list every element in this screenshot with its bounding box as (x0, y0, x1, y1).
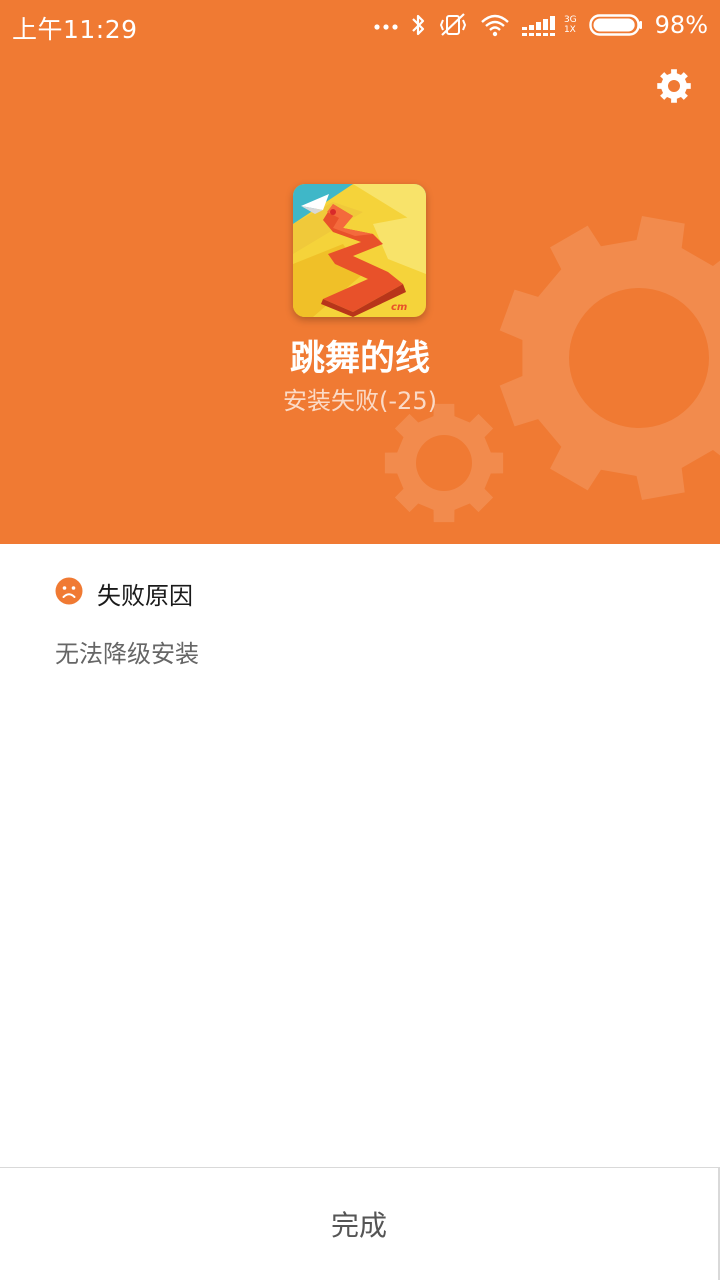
network-type-bottom: 1X (563, 25, 576, 35)
app-name: 跳舞的线 (289, 339, 430, 379)
small-gear-decoration-icon (384, 403, 504, 523)
status-bar: 上午11:29 3G 1X 98% (0, 0, 720, 50)
battery-icon (588, 13, 643, 37)
network-type: 3G 1X (564, 15, 577, 35)
more-dots-icon (374, 20, 398, 30)
done-button[interactable]: 完成 (0, 1167, 720, 1280)
install-result-header: 上午11:29 3G 1X 98% cm 跳舞的线 安装失败(-25) (0, 0, 720, 544)
failure-reason-header: 失败原因 (55, 576, 675, 610)
network-type-top: 3G (563, 15, 577, 25)
svg-text:cm: cm (391, 302, 407, 313)
dancing-line-app-icon: cm (293, 184, 426, 317)
bluetooth-icon (410, 13, 426, 37)
vibrate-off-icon (438, 12, 468, 38)
signal-icon (521, 13, 560, 37)
failure-reason-section: 失败原因 无法降级安装 (55, 576, 675, 668)
failure-reason-title: 失败原因 (97, 581, 193, 610)
status-icons: 3G 1X 98% (374, 8, 708, 42)
settings-button[interactable] (652, 66, 696, 110)
failure-reason-text: 无法降级安装 (55, 640, 199, 668)
battery-percentage: 98% (654, 11, 708, 39)
sad-face-icon (55, 577, 83, 609)
status-time: 上午11:29 (12, 15, 138, 44)
gear-icon (656, 68, 692, 108)
install-status: 安装失败(-25) (283, 387, 437, 415)
wifi-icon (480, 13, 510, 37)
